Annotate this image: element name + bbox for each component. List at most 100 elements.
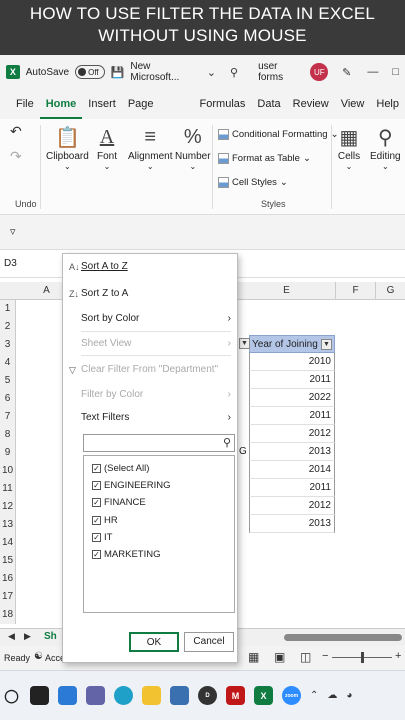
row-header[interactable]: 1: [0, 300, 16, 318]
next-sheet-icon[interactable]: ▶: [24, 631, 31, 642]
normal-view-icon[interactable]: ▦: [248, 650, 259, 664]
year-cell[interactable]: 2022: [249, 389, 335, 407]
column-header-g[interactable]: G: [376, 282, 405, 300]
store-icon[interactable]: [170, 686, 189, 705]
table-header-year-of-joining[interactable]: Year of Joining ▼: [249, 335, 335, 353]
page-break-view-icon[interactable]: ◫: [300, 650, 311, 664]
sort-a-to-z-item[interactable]: A↓ Sort A to Z: [63, 257, 237, 277]
checkbox-it[interactable]: ✓ IT: [92, 529, 112, 545]
tab-insert[interactable]: Insert: [82, 89, 122, 119]
clipboard-button[interactable]: 📋 Clipboard ⌄: [46, 123, 89, 172]
widgets-icon[interactable]: [58, 686, 77, 705]
row-header[interactable]: 8: [0, 426, 16, 444]
row-header[interactable]: 9: [0, 444, 16, 462]
row-header[interactable]: 2: [0, 318, 16, 336]
page-layout-view-icon[interactable]: ▣: [274, 650, 285, 664]
zoom-in-icon[interactable]: +: [395, 650, 401, 662]
sort-z-to-a-item[interactable]: Z↓ Sort Z to A: [63, 284, 237, 304]
chevron-up-icon[interactable]: ⌃: [310, 690, 318, 701]
customize-toolbar-icon[interactable]: ▿: [10, 225, 16, 238]
tab-home[interactable]: Home: [39, 89, 83, 119]
alignment-button[interactable]: ≡ Alignment ⌄: [128, 123, 172, 172]
row-header[interactable]: 12: [0, 498, 16, 516]
undo-icon[interactable]: ↶: [10, 123, 22, 140]
row-header[interactable]: 15: [0, 552, 16, 570]
wifi-icon[interactable]: ◕: [346, 690, 352, 701]
font-button[interactable]: A Font ⌄: [94, 123, 120, 172]
teams-chat-icon[interactable]: [86, 686, 105, 705]
number-button[interactable]: % Number ⌄: [175, 123, 211, 172]
department-filter-button[interactable]: ▼: [239, 338, 250, 349]
horizontal-scrollbar[interactable]: [284, 634, 402, 641]
task-view-icon[interactable]: [30, 686, 49, 705]
checkbox-finance[interactable]: ✓ FINANCE: [92, 494, 146, 510]
column-header-e[interactable]: E: [238, 282, 336, 300]
filter-by-color-item[interactable]: Filter by Color ›: [63, 385, 237, 405]
text-filters-item[interactable]: Text Filters ›: [63, 408, 237, 428]
tab-file[interactable]: File: [10, 89, 40, 119]
year-cell[interactable]: 2011: [249, 371, 335, 389]
pen-icon[interactable]: ✎: [342, 66, 351, 79]
file-explorer-icon[interactable]: [142, 686, 161, 705]
avatar[interactable]: UF: [310, 63, 329, 81]
select-all-corner[interactable]: [0, 282, 16, 300]
row-header[interactable]: 14: [0, 534, 16, 552]
filter-search-input[interactable]: ⚲: [83, 434, 235, 452]
cell-styles-button[interactable]: Cell Styles ⌄: [218, 177, 288, 188]
search-box-text[interactable]: user forms: [258, 61, 304, 83]
tab-help[interactable]: Help: [370, 89, 405, 119]
row-header[interactable]: 16: [0, 570, 16, 588]
cells-button[interactable]: ▦ Cells ⌄: [336, 123, 362, 172]
row-header[interactable]: 6: [0, 390, 16, 408]
cloud-icon[interactable]: ☁: [327, 690, 337, 701]
row-header[interactable]: 7: [0, 408, 16, 426]
year-cell[interactable]: 2012: [249, 425, 335, 443]
clear-filter-item[interactable]: ▽ Clear Filter From "Department": [63, 360, 237, 380]
checkbox-select-all[interactable]: ✓ (Select All): [92, 460, 149, 476]
row-header[interactable]: 17: [0, 588, 16, 606]
editing-button[interactable]: ⚲ Editing ⌄: [370, 123, 401, 172]
zoom-icon[interactable]: zoom: [282, 686, 301, 705]
tab-review[interactable]: Review: [287, 89, 335, 119]
year-cell[interactable]: 2013: [249, 443, 335, 461]
tab-data[interactable]: Data: [251, 89, 286, 119]
row-header[interactable]: 4: [0, 354, 16, 372]
chevron-down-icon[interactable]: ⌄: [207, 66, 216, 79]
sort-by-color-item[interactable]: Sort by Color ›: [63, 309, 237, 329]
zoom-slider-thumb[interactable]: [361, 652, 364, 663]
year-cell[interactable]: 2013: [249, 515, 335, 533]
file-name[interactable]: New Microsoft...: [130, 61, 200, 83]
sheet-view-item[interactable]: Sheet View ›: [63, 334, 237, 354]
year-cell[interactable]: 2012: [249, 497, 335, 515]
maximize-icon[interactable]: □: [392, 66, 399, 78]
zoom-out-icon[interactable]: −: [322, 650, 328, 662]
sheet-tab[interactable]: Sh: [44, 631, 57, 642]
search-icon[interactable]: ⚲: [230, 66, 238, 79]
row-header[interactable]: 3: [0, 336, 16, 354]
autosave-toggle[interactable]: Off: [75, 65, 105, 79]
mcafee-icon[interactable]: M: [226, 686, 245, 705]
ok-button[interactable]: OK: [129, 632, 179, 652]
redo-icon[interactable]: ↷: [10, 148, 22, 165]
year-cell[interactable]: 2011: [249, 407, 335, 425]
format-as-table-button[interactable]: Format as Table ⌄: [218, 153, 311, 164]
edge-icon[interactable]: [114, 686, 133, 705]
conditional-formatting-button[interactable]: Conditional Formatting ⌄: [218, 129, 339, 140]
prev-sheet-icon[interactable]: ◀: [8, 631, 15, 642]
tab-formulas[interactable]: Formulas: [194, 89, 252, 119]
filter-dropdown-icon[interactable]: ▼: [321, 339, 332, 350]
accessibility-icon[interactable]: ☯: [34, 651, 43, 662]
checkbox-marketing[interactable]: ✓ MARKETING: [92, 546, 160, 562]
name-box[interactable]: D3: [4, 258, 17, 269]
search-icon[interactable]: ◯: [2, 686, 21, 705]
tab-page-layout[interactable]: Page Layout: [122, 89, 194, 140]
save-icon[interactable]: 💾: [111, 66, 125, 79]
row-header[interactable]: 13: [0, 516, 16, 534]
minimize-icon[interactable]: —: [367, 66, 378, 78]
row-header[interactable]: 11: [0, 480, 16, 498]
row-header[interactable]: 5: [0, 372, 16, 390]
tab-view[interactable]: View: [335, 89, 371, 119]
year-cell[interactable]: 2011: [249, 479, 335, 497]
year-cell[interactable]: 2014: [249, 461, 335, 479]
cancel-button[interactable]: Cancel: [184, 632, 234, 652]
